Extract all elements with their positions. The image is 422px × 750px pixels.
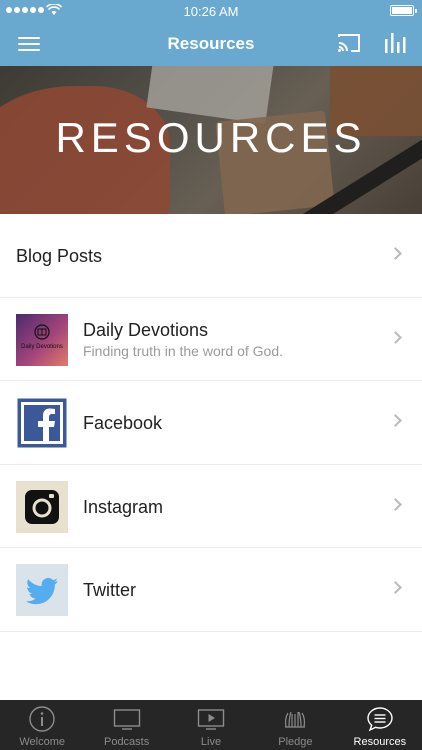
hero-title: RESOURCES (55, 114, 367, 161)
list-item-instagram[interactable]: Instagram (0, 465, 422, 548)
tv-icon (113, 709, 140, 730)
chat-list-icon (367, 707, 393, 732)
list-item-daily-devotions[interactable]: Daily Devotions Daily Devotions Finding … (0, 298, 422, 381)
book-icon (34, 323, 50, 340)
chevron-right-icon (389, 247, 402, 260)
list-item-twitter[interactable]: Twitter (0, 548, 422, 632)
list-item-label: Instagram (83, 496, 164, 517)
list-item-label: Blog Posts (16, 246, 103, 266)
nav-bar: Resources (0, 22, 422, 66)
list-item-label: Daily Devotions (83, 319, 209, 340)
instagram-icon (16, 480, 68, 533)
list-item-blog-posts[interactable]: Blog Posts (0, 214, 422, 298)
tab-resources[interactable]: Resources (338, 700, 422, 750)
chevron-right-icon (389, 414, 402, 427)
info-icon (29, 706, 55, 732)
tab-bar: Welcome Podcasts Live Pledge Resources (0, 700, 422, 750)
chevron-right-icon (389, 581, 402, 594)
tab-label: Pledge (278, 736, 313, 748)
tab-label: Resources (353, 736, 407, 748)
tab-label: Live (200, 736, 222, 748)
status-bar: 10:26 AM (0, 0, 422, 22)
tab-label: Podcasts (103, 736, 150, 748)
tab-live[interactable]: Live (169, 700, 253, 750)
list-item-label: Facebook (83, 413, 163, 433)
cast-icon[interactable] (336, 32, 362, 54)
list-item-label: Twitter (83, 580, 137, 600)
resource-list: Blog Posts Daily Devotions Daily Devotio… (0, 214, 422, 632)
chevron-right-icon (389, 330, 402, 344)
twitter-icon (16, 564, 68, 616)
list-item-facebook[interactable]: Facebook (0, 381, 422, 465)
status-time: 10:26 AM (183, 4, 239, 19)
bar-chart-icon[interactable] (384, 31, 406, 53)
top-bar: 10:26 AM Resources (0, 0, 422, 66)
facebook-icon (16, 397, 68, 449)
daily-devotions-thumbnail: Daily Devotions (16, 313, 68, 366)
chevron-right-icon (389, 497, 402, 511)
tab-pledge[interactable]: Pledge (253, 700, 337, 750)
hands-icon (285, 711, 306, 728)
tab-welcome[interactable]: Welcome (0, 700, 84, 750)
play-screen-icon (197, 709, 225, 730)
tab-label: Welcome (19, 736, 66, 748)
hero-banner: RESOURCES (0, 66, 422, 214)
tab-podcasts[interactable]: Podcasts (84, 700, 168, 750)
battery-icon (390, 5, 417, 16)
thumbnail-caption: Daily Devotions (21, 343, 63, 350)
list-item-subtitle: Finding truth in the word of God. (83, 342, 283, 359)
